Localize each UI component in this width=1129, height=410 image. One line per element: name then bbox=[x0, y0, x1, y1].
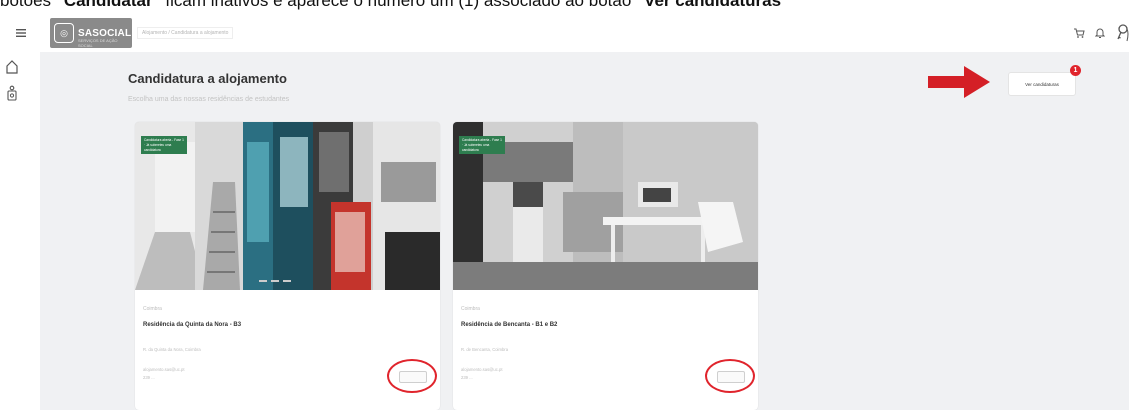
red-arrow-annotation-icon bbox=[928, 66, 990, 98]
card-body: Coimbra Residência de Bencanta - B1 e B2… bbox=[453, 290, 758, 410]
hamburger-menu-icon[interactable] bbox=[14, 26, 28, 40]
card-email: alojamento.sas@uc.pt bbox=[461, 367, 503, 372]
carousel-indicators[interactable] bbox=[259, 280, 291, 282]
cart-icon[interactable] bbox=[1073, 27, 1085, 39]
card-address: R. da Quinta da Nora, Coimbra bbox=[143, 347, 201, 352]
main-content: Candidatura a alojamento Escolha uma das… bbox=[40, 52, 1129, 410]
card-email: alojamento.sas@uc.pt bbox=[143, 367, 185, 372]
residence-card[interactable]: Candidatura aberta - Fase 1 · Já submete… bbox=[453, 122, 758, 410]
logo-mark-icon: ◎ bbox=[54, 23, 74, 43]
candidaturas-count-badge: 1 bbox=[1070, 65, 1081, 76]
application-status-tag: Candidatura aberta - Fase 1 · Já submete… bbox=[141, 136, 187, 154]
logo-text: SASOCIAL bbox=[78, 27, 132, 39]
ver-candidaturas-button[interactable]: Ver candidaturas bbox=[1008, 72, 1076, 96]
card-body: Coimbra Residência da Quinta da Nora - B… bbox=[135, 290, 440, 410]
page-subtitle: Escolha uma das nossas residências de es… bbox=[128, 96, 290, 103]
notification-bell-icon[interactable] bbox=[1095, 27, 1105, 39]
accommodation-icon[interactable] bbox=[4, 84, 20, 102]
card-city: Coimbra bbox=[143, 306, 162, 312]
application-status-tag: Candidatura aberta - Fase 1 · Já submete… bbox=[459, 136, 505, 154]
card-title: Residência da Quinta da Nora - B3 bbox=[143, 322, 242, 328]
page-title: Candidatura a alojamento bbox=[128, 71, 287, 86]
card-address: R. de Bencanta, Coimbra bbox=[461, 347, 509, 352]
screenshot-root: botões "Candidatar" ficam inativos e apa… bbox=[0, 0, 1129, 410]
key-icon[interactable] bbox=[1115, 23, 1129, 43]
home-icon[interactable] bbox=[4, 58, 20, 76]
top-right-actions bbox=[1073, 18, 1129, 48]
card-title: Residência de Bencanta - B1 e B2 bbox=[461, 322, 558, 328]
breadcrumb[interactable]: Alojamento / Candidatura a alojamento bbox=[137, 27, 234, 39]
red-circle-annotation bbox=[705, 359, 755, 393]
caption-text: botões "Candidatar" ficam inativos e apa… bbox=[0, 0, 790, 10]
card-phone: 239 ... bbox=[143, 375, 155, 380]
card-city: Coimbra bbox=[461, 306, 480, 312]
red-circle-annotation bbox=[387, 359, 437, 393]
card-phone: 239 ... bbox=[461, 375, 473, 380]
sidebar bbox=[0, 52, 40, 410]
logo-subtitle: SERVIÇOS DE AÇÃO SOCIAL bbox=[78, 38, 118, 48]
residence-card[interactable]: Candidatura aberta - Fase 1 · Já submete… bbox=[135, 122, 440, 410]
sasocial-logo[interactable]: ◎ SASOCIAL SERVIÇOS DE AÇÃO SOCIAL bbox=[50, 18, 132, 48]
